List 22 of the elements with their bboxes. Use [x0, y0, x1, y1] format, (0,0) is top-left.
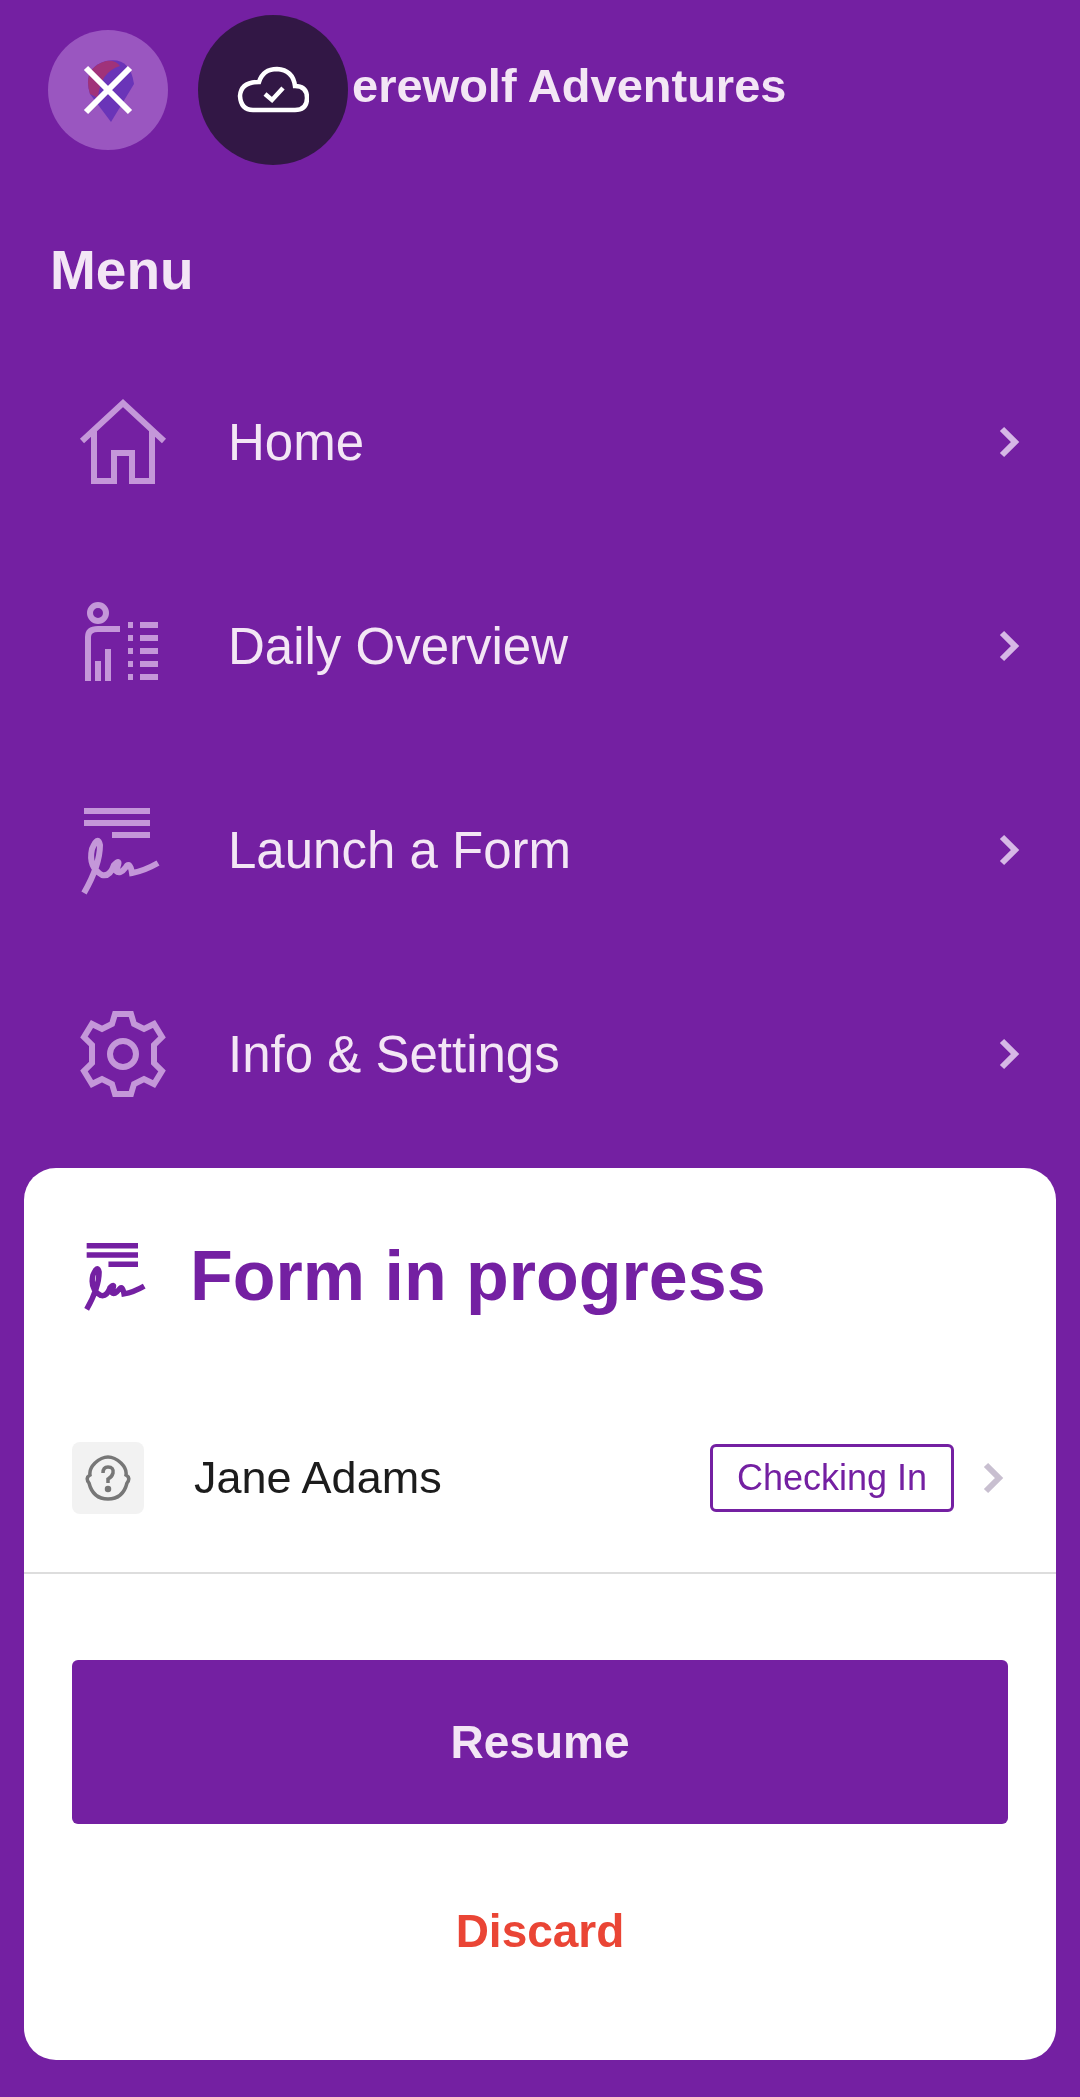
house-icon — [78, 397, 168, 487]
menu-item[interactable]: Daily Overview — [0, 544, 1080, 748]
form-entry-row[interactable]: Jane Adams Checking In — [24, 1384, 1056, 1574]
cloud-check-icon — [237, 66, 309, 114]
menu-item[interactable]: Info & Settings — [0, 952, 1080, 1156]
map-pin-logo-icon — [86, 58, 136, 124]
chevron-right-icon — [998, 833, 1020, 867]
question-face-icon — [83, 1453, 133, 1503]
resume-button[interactable]: Resume — [72, 1660, 1008, 1824]
discard-button[interactable]: Discard — [72, 1848, 1008, 2014]
app-title: erewolf Adventures — [352, 58, 787, 113]
menu-item[interactable]: Launch a Form — [0, 748, 1080, 952]
menu-item[interactable]: Home — [0, 340, 1080, 544]
status-badge: Checking In — [709, 1444, 954, 1512]
chevron-right-icon — [998, 629, 1020, 663]
card-title: Form in progress — [190, 1236, 766, 1316]
gear-icon — [78, 1009, 168, 1099]
chevron-right-icon — [998, 425, 1020, 459]
chevron-right-icon — [982, 1461, 1004, 1495]
menu-heading: Menu — [49, 238, 195, 303]
person-name: Jane Adams — [194, 1452, 443, 1504]
chevron-right-icon — [998, 1037, 1020, 1071]
